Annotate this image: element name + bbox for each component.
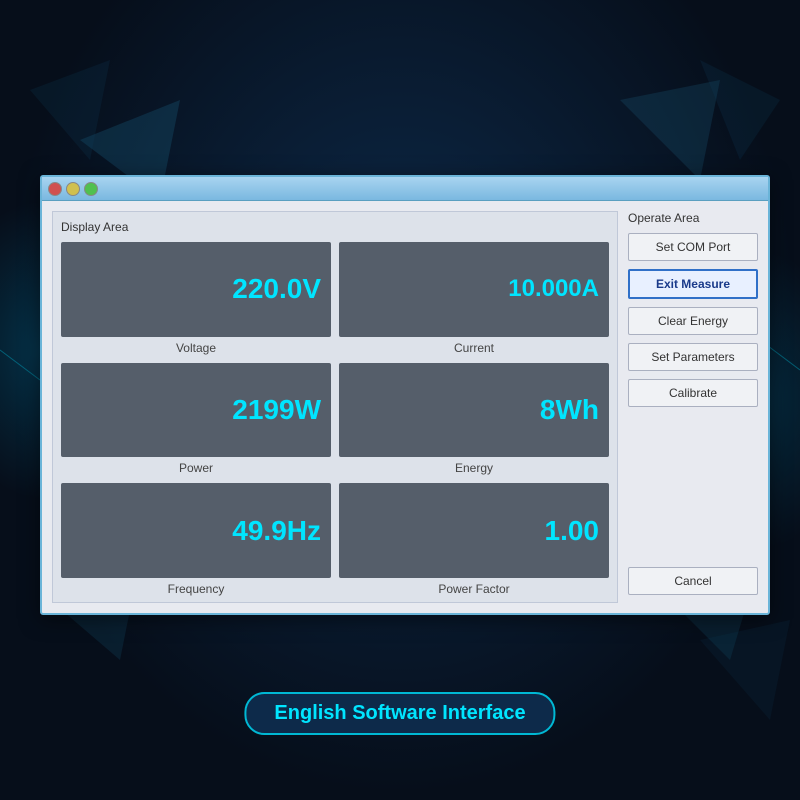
set-com-port-button[interactable]: Set COM Port: [628, 233, 758, 261]
set-parameters-button[interactable]: Set Parameters: [628, 343, 758, 371]
energy-label: Energy: [455, 461, 493, 475]
operate-area-label: Operate Area: [628, 211, 758, 225]
gauge-cell-power: 2199W Power: [61, 363, 331, 476]
cancel-button[interactable]: Cancel: [628, 567, 758, 595]
calibrate-button[interactable]: Calibrate: [628, 379, 758, 407]
energy-value: 8Wh: [540, 394, 599, 426]
gauge-cell-energy: 8Wh Energy: [339, 363, 609, 476]
minimize-icon[interactable]: [66, 182, 80, 196]
close-icon[interactable]: [48, 182, 62, 196]
power-value: 2199W: [232, 394, 321, 426]
gauge-cell-voltage: 220.0V Voltage: [61, 242, 331, 355]
clear-energy-button[interactable]: Clear Energy: [628, 307, 758, 335]
button-spacer: [628, 415, 758, 567]
footer-label: English Software Interface: [244, 692, 555, 735]
frequency-value: 49.9Hz: [232, 515, 321, 547]
display-area-label: Display Area: [61, 220, 609, 234]
power-factor-label: Power Factor: [438, 582, 509, 596]
gauges-grid: 220.0V Voltage 10.000A Current 2199W: [61, 242, 609, 596]
operate-area: Operate Area Set COM Port Exit Measure C…: [628, 211, 758, 603]
main-window: Display Area 220.0V Voltage 10.000A Curr…: [40, 175, 770, 615]
gauge-display-voltage: 220.0V: [61, 242, 331, 337]
gauge-display-current: 10.000A: [339, 242, 609, 337]
display-area: Display Area 220.0V Voltage 10.000A Curr…: [52, 211, 618, 603]
gauge-display-power: 2199W: [61, 363, 331, 458]
current-label: Current: [454, 341, 494, 355]
frequency-label: Frequency: [168, 582, 225, 596]
gauge-display-power-factor: 1.00: [339, 483, 609, 578]
voltage-label: Voltage: [176, 341, 216, 355]
gauge-display-frequency: 49.9Hz: [61, 483, 331, 578]
power-factor-value: 1.00: [545, 515, 600, 547]
power-label: Power: [179, 461, 213, 475]
voltage-value: 220.0V: [232, 273, 321, 305]
gauge-cell-power-factor: 1.00 Power Factor: [339, 483, 609, 596]
title-bar: [42, 177, 768, 201]
gauge-cell-frequency: 49.9Hz Frequency: [61, 483, 331, 596]
exit-measure-button[interactable]: Exit Measure: [628, 269, 758, 299]
gauge-display-energy: 8Wh: [339, 363, 609, 458]
gauge-cell-current: 10.000A Current: [339, 242, 609, 355]
current-value: 10.000A: [508, 275, 599, 303]
footer-label-wrapper: English Software Interface: [244, 692, 555, 735]
window-content: Display Area 220.0V Voltage 10.000A Curr…: [42, 201, 768, 613]
maximize-icon[interactable]: [84, 182, 98, 196]
